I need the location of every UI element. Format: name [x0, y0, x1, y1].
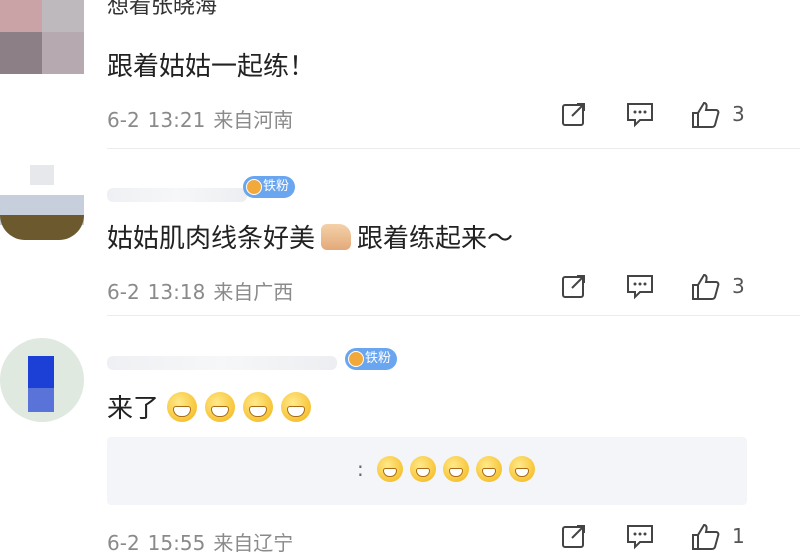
comment-icon	[627, 103, 653, 128]
comment-time: 15:55	[147, 531, 206, 555]
comment-button[interactable]	[625, 272, 655, 302]
like-count: 3	[732, 274, 745, 298]
comment-text: 姑姑肌肉线条好美 跟着练起来～	[107, 218, 513, 255]
avatar[interactable]	[0, 0, 84, 74]
comment-time: 13:18	[147, 280, 206, 304]
fan-badge[interactable]: 铁粉	[345, 348, 398, 370]
like-button[interactable]	[690, 100, 722, 130]
thumbs-up-icon	[692, 101, 720, 128]
comment-date: 6-2	[107, 531, 140, 555]
grinning-emoji-icon	[377, 456, 403, 482]
share-button[interactable]	[560, 100, 588, 130]
grinning-emoji-icon	[167, 392, 198, 422]
comment-meta: 6-2 13:18 来自广西	[107, 276, 301, 305]
comment-item: 想看张晓海 跟着姑姑一起练！ 6-2 13:21 来自河南 3	[0, 0, 800, 150]
comment-date: 6-2	[107, 280, 140, 304]
grinning-emoji-icon	[281, 392, 312, 422]
grinning-emoji-icon	[243, 392, 274, 422]
comment-text-part: 姑姑肌肉线条好美	[107, 224, 316, 254]
reply-prefix: :	[357, 457, 364, 481]
username-blurred[interactable]	[107, 356, 337, 370]
grinning-emoji-icon	[443, 456, 469, 482]
comment-meta: 6-2 13:21 来自河南	[107, 104, 301, 133]
grinning-emoji-icon	[205, 392, 236, 422]
thumbs-up-icon	[692, 523, 720, 550]
comment-button[interactable]	[625, 522, 655, 552]
comment-icon	[627, 525, 653, 550]
grinning-emoji-icon	[476, 456, 502, 482]
comment-date: 6-2	[107, 108, 140, 132]
reply-preview[interactable]: :	[107, 437, 747, 505]
thumbs-up-emoji-icon	[321, 224, 352, 250]
comment-text-part: 来了	[107, 394, 160, 424]
comment-item: 铁粉 姑姑肌肉线条好美 跟着练起来～ 6-2 13:18 来自广西 3	[0, 150, 800, 316]
username[interactable]: 想看张晓海	[107, 0, 217, 20]
comment-text: 来了	[107, 388, 319, 425]
avatar[interactable]	[0, 338, 84, 422]
like-count: 3	[732, 102, 745, 126]
comment-meta: 6-2 15:55 来自辽宁	[107, 527, 301, 556]
share-button[interactable]	[560, 522, 588, 552]
comment-location: 来自河南	[213, 108, 294, 132]
grinning-emoji-icon	[410, 456, 436, 482]
like-button[interactable]	[690, 522, 722, 552]
comment-button[interactable]	[625, 100, 655, 130]
comment-text: 跟着姑姑一起练！	[107, 52, 316, 82]
comment-time: 13:21	[147, 108, 206, 132]
comment-icon	[627, 275, 653, 300]
comment-location: 来自辽宁	[213, 531, 294, 555]
share-button[interactable]	[560, 272, 588, 302]
grinning-emoji-icon	[509, 456, 535, 482]
share-icon	[562, 103, 585, 126]
fan-badge[interactable]: 铁粉	[243, 176, 296, 198]
comment-location: 来自广西	[213, 280, 294, 304]
divider	[107, 148, 800, 149]
share-icon	[562, 275, 585, 298]
like-count: 1	[732, 524, 745, 548]
thumbs-up-icon	[692, 273, 720, 300]
comment-item: 铁粉 来了	[0, 316, 800, 553]
comment-text-part: 跟着练起来～	[357, 224, 514, 254]
username-blurred[interactable]	[107, 188, 247, 202]
avatar[interactable]	[0, 160, 84, 244]
like-button[interactable]	[690, 272, 722, 302]
share-icon	[562, 525, 585, 548]
reply-emojis	[377, 456, 542, 482]
